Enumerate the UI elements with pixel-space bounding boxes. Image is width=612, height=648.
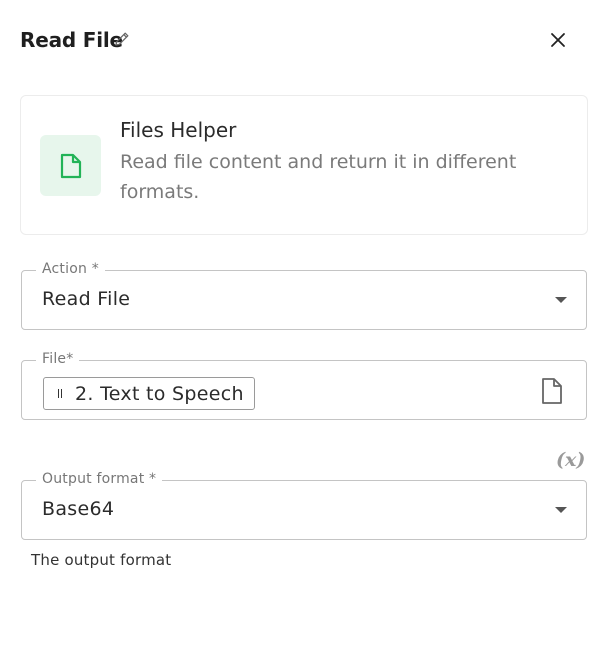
pencil-icon[interactable] <box>113 30 131 48</box>
output-format-select[interactable]: Output format * Base64 <box>21 471 587 540</box>
close-icon[interactable] <box>546 28 570 52</box>
chevron-down-icon[interactable] <box>555 507 567 513</box>
file-outline-icon[interactable] <box>540 377 564 405</box>
action-select[interactable]: Action * Read File <box>21 261 587 330</box>
file-chip[interactable]: 2. Text to Speech <box>43 377 255 410</box>
output-format-label: Output format * <box>36 471 163 487</box>
action-value: Read File <box>42 288 131 310</box>
file-chip-label: 2. Text to Speech <box>75 382 244 405</box>
action-label: Action * <box>36 261 105 277</box>
output-format-helper: The output format <box>31 551 172 569</box>
card-description: Read file content and return it in diffe… <box>120 151 517 203</box>
panel-header: Read File <box>20 26 592 56</box>
chevron-down-icon[interactable] <box>555 297 567 303</box>
file-field[interactable]: File* 2. Text to Speech <box>21 351 587 420</box>
integration-card: Files Helper Read file content and retur… <box>20 95 588 235</box>
file-label: File* <box>36 351 80 367</box>
card-title: Files Helper <box>120 118 237 142</box>
drag-handle-icon <box>58 389 62 398</box>
variable-toggle-button[interactable]: (x) <box>556 449 585 471</box>
file-icon <box>40 135 101 196</box>
output-format-value: Base64 <box>42 498 115 520</box>
page-title: Read File <box>20 28 123 52</box>
